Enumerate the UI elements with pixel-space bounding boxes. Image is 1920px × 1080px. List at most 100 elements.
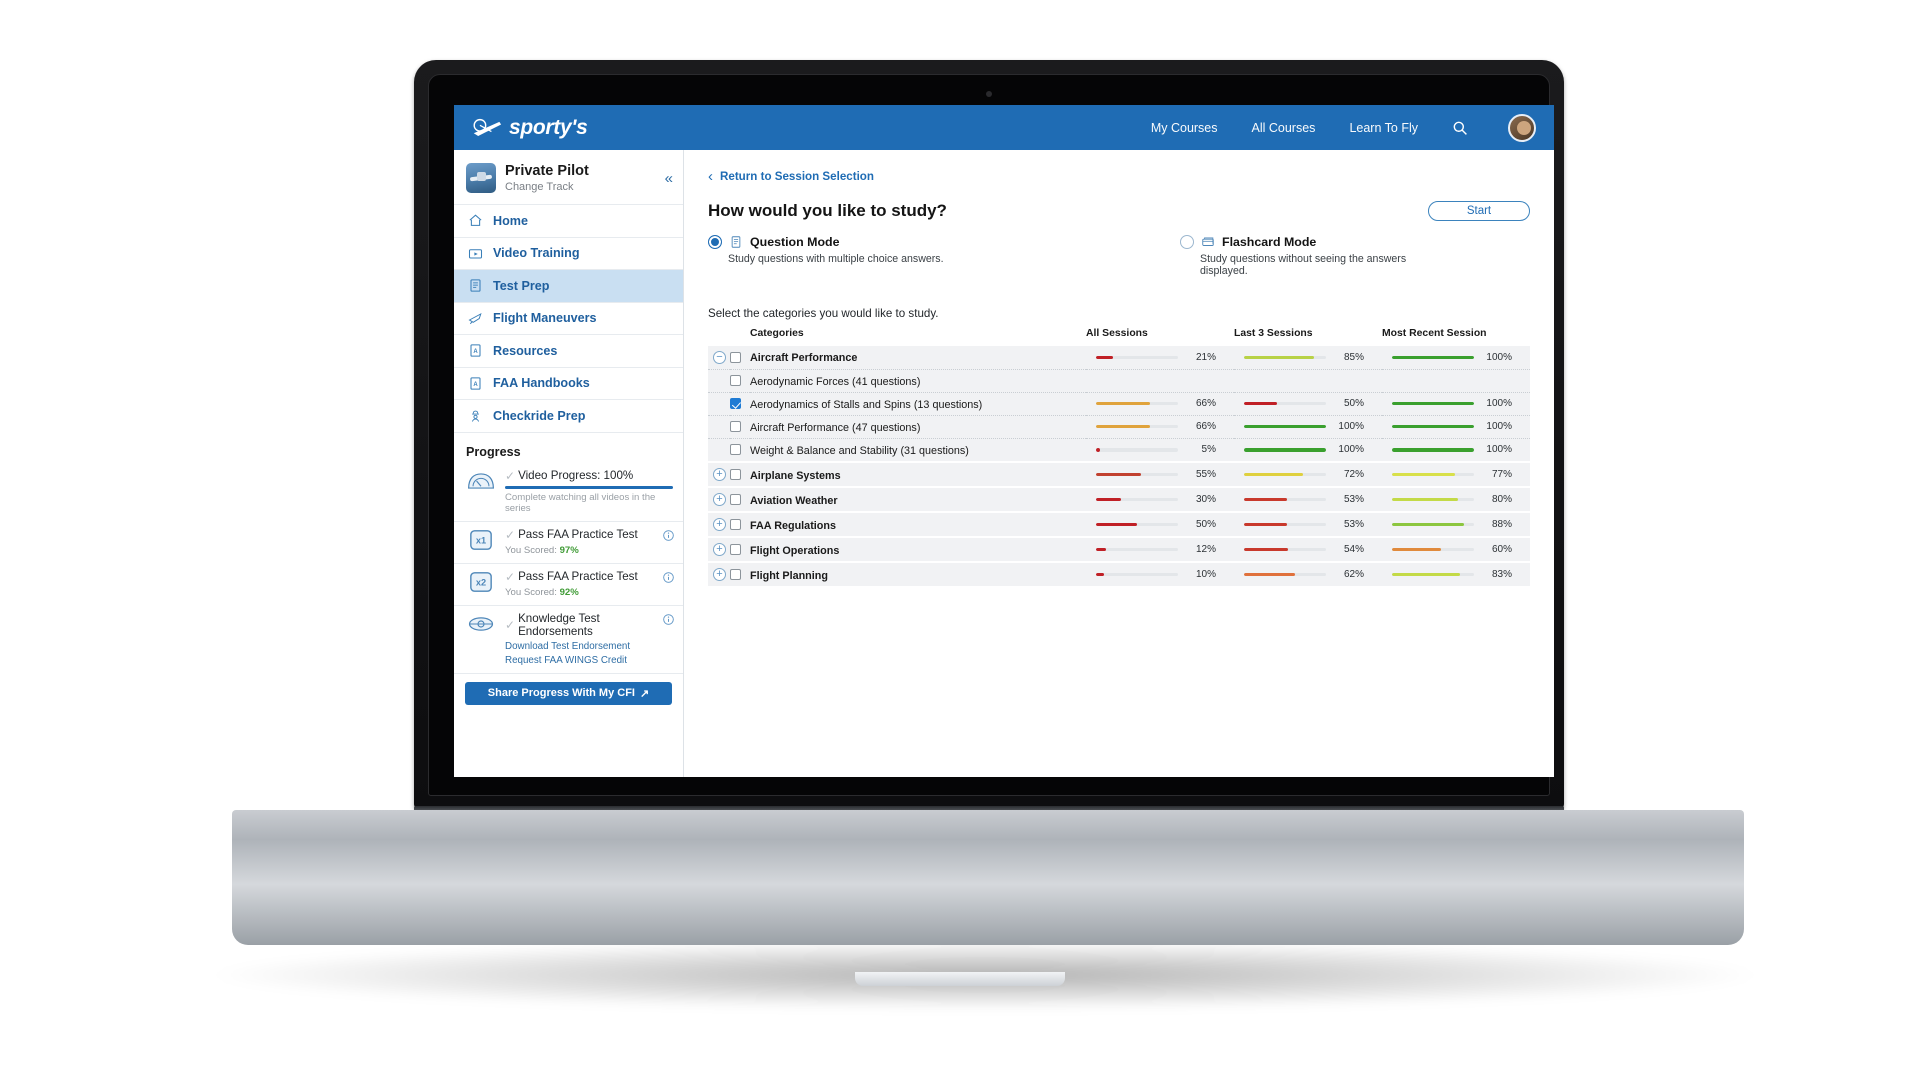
home-icon (469, 214, 482, 227)
video-icon (468, 248, 483, 259)
return-to-session-selection-link[interactable]: ‹ Return to Session Selection (708, 168, 1530, 185)
categories-table-body: − Aircraft Performance 21% 85% 100% Aerodynam… (708, 346, 1530, 586)
select-categories-note: Select the categories you would like to … (708, 307, 939, 320)
table-row[interactable]: + Aviation Weather 30% 53% 80% (708, 488, 1530, 511)
nav-my-courses[interactable]: My Courses (1151, 121, 1218, 135)
request-faa-wings-credit-link[interactable]: Request FAA WINGS Credit (505, 655, 673, 666)
table-row[interactable]: Weight & Balance and Stability (31 quest… (708, 437, 1530, 461)
last-3-sessions: 50% (1234, 391, 1382, 415)
app-screen: sporty's My Courses All Courses Learn To… (454, 105, 1554, 777)
sidebar-item-resources[interactable]: A Resources (454, 335, 683, 368)
table-row[interactable]: + Flight Operations 12% 54% 60% (708, 538, 1530, 561)
category-checkbox[interactable] (730, 544, 741, 555)
checkbox-cell (730, 563, 750, 586)
course-title: Private Pilot (505, 163, 589, 180)
expand-cell: + (708, 463, 730, 486)
sidebar-item-faa-handbooks[interactable]: A FAA Handbooks (454, 368, 683, 400)
table-row[interactable]: + FAA Regulations 50% 53% 88% (708, 513, 1530, 536)
category-checkbox[interactable] (730, 421, 741, 432)
last-3-sessions-pct: 53% (1343, 494, 1364, 505)
category-checkbox[interactable] (730, 494, 741, 505)
radio-question-mode[interactable] (708, 235, 722, 249)
categories-table-head: Categories All Sessions Last 3 Sessions … (708, 328, 1530, 346)
all-sessions-bar (1096, 448, 1178, 452)
brand-logo[interactable]: sporty's (472, 116, 588, 140)
last-3-sessions-pct: 53% (1343, 519, 1364, 530)
minus-circle-icon[interactable]: − (713, 350, 726, 364)
category-checkbox[interactable] (730, 398, 741, 409)
checkbox-cell (730, 391, 750, 415)
plus-circle-icon[interactable]: + (713, 468, 726, 481)
all-sessions-pct: 66% (1195, 398, 1216, 409)
header-last-3-sessions: Last 3 Sessions (1234, 328, 1313, 339)
last-3-sessions: 100% (1234, 437, 1382, 461)
sidebar-item-video-training[interactable]: Video Training (454, 238, 683, 270)
search-icon[interactable] (1452, 120, 1468, 136)
sidebar-item-checkride-prep[interactable]: Checkride Prep (454, 400, 683, 433)
most-recent-session: 100% (1382, 346, 1530, 369)
all-sessions-bar (1096, 472, 1178, 477)
progress-item-practice-test-2: x2 ✓ Pass FAA Practice Test You Scored: (454, 564, 683, 606)
progress-heading: Progress (466, 444, 521, 459)
expand-cell (708, 368, 730, 392)
progress-item-practice-test-1: x1 ✓ Pass FAA Practice Test You Scored: (454, 522, 683, 564)
table-row[interactable]: Aircraft Performance (47 questions) 66% 10… (708, 414, 1530, 438)
plus-circle-icon[interactable]: + (713, 543, 726, 556)
plus-circle-icon[interactable]: + (713, 568, 726, 581)
most-recent-session: 60% (1382, 538, 1530, 561)
category-label: Aircraft Performance (47 questions) (750, 421, 921, 434)
start-button[interactable]: Start (1428, 201, 1530, 221)
table-row[interactable]: + Flight Planning 10% 62% 83% (708, 563, 1530, 586)
sidebar-item-home[interactable]: Home (454, 205, 683, 238)
table-row[interactable]: Aerodynamics of Stalls and Spins (13 que… (708, 391, 1530, 415)
app-body: Private Pilot Change Track « Home Video … (454, 150, 1554, 777)
all-sessions-metric: 50% (1086, 519, 1234, 530)
avatar[interactable] (1508, 113, 1536, 142)
last-3-sessions-metric: 54% (1234, 544, 1382, 555)
app-topbar: sporty's My Courses All Courses Learn To… (454, 105, 1554, 150)
plus-circle-icon[interactable]: + (713, 518, 726, 531)
all-sessions: 30% (1086, 488, 1234, 511)
change-track-link[interactable]: Change Track (505, 181, 589, 193)
plus-circle-icon[interactable]: + (713, 493, 726, 506)
category-checkbox[interactable] (730, 519, 741, 530)
table-row[interactable]: Aerodynamic Forces (41 questions) (708, 368, 1530, 392)
info-icon[interactable] (663, 529, 674, 541)
check-icon: ✓ (505, 569, 516, 584)
category-name-cell: Airplane Systems (750, 463, 1086, 486)
nav-learn-to-fly[interactable]: Learn To Fly (1349, 121, 1418, 135)
mode-question[interactable]: Question Mode Study questions with multi… (708, 235, 982, 277)
share-progress-button[interactable]: Share Progress With My CFI ↗ (465, 681, 672, 705)
progress-endorse-title: Knowledge Test Endorsements (518, 611, 600, 638)
all-sessions-pct: 12% (1195, 544, 1216, 555)
checkbox-cell (730, 437, 750, 461)
last-3-sessions-bar (1244, 547, 1326, 552)
most-recent-session: 100% (1382, 437, 1530, 461)
all-sessions-pct: 5% (1201, 444, 1216, 456)
category-checkbox[interactable] (730, 569, 741, 580)
info-icon[interactable] (663, 613, 674, 625)
table-row[interactable]: + Airplane Systems 55% 72% 77% (708, 463, 1530, 486)
table-row[interactable]: − Aircraft Performance 21% 85% 100% (708, 346, 1530, 369)
category-checkbox[interactable] (730, 444, 741, 456)
most-recent-session-metric: 88% (1382, 519, 1530, 530)
chevron-double-left-icon[interactable]: « (665, 170, 673, 187)
last-3-sessions-bar (1244, 448, 1326, 452)
last-3-sessions: 100% (1234, 414, 1382, 438)
category-checkbox[interactable] (730, 375, 741, 386)
sidebar-item-flight-maneuvers[interactable]: Flight Maneuvers (454, 303, 683, 335)
mode-flashcard[interactable]: Flashcard Mode Study questions without s… (1180, 235, 1454, 277)
all-sessions: 66% (1086, 414, 1234, 438)
last-3-sessions-metric: 62% (1234, 569, 1382, 580)
last-3-sessions-metric: 53% (1234, 494, 1382, 505)
category-checkbox[interactable] (730, 351, 741, 363)
header-most-recent-session: Most Recent Session (1382, 328, 1487, 339)
nav-all-courses[interactable]: All Courses (1252, 121, 1316, 135)
category-checkbox[interactable] (730, 469, 741, 480)
info-icon[interactable] (663, 571, 674, 583)
last-3-sessions (1234, 368, 1382, 392)
download-test-endorsement-link[interactable]: Download Test Endorsement (505, 641, 673, 652)
sidebar-item-test-prep[interactable]: Test Prep (454, 270, 683, 303)
course-thumbnail-icon (466, 163, 496, 193)
radio-flashcard-mode[interactable] (1180, 235, 1194, 249)
